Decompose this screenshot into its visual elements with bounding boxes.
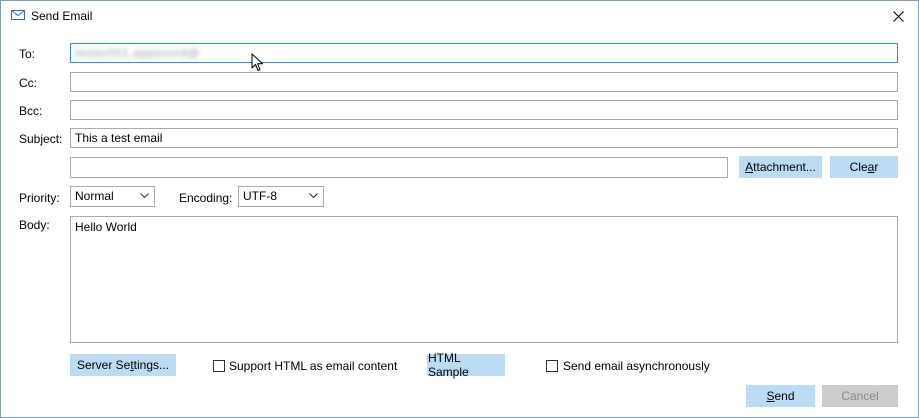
close-button[interactable]	[884, 5, 912, 27]
mail-icon	[11, 10, 25, 20]
priority-label: Priority:	[19, 191, 60, 205]
server-settings-button-label: Server Se	[76, 358, 131, 372]
to-label: To:	[19, 47, 36, 61]
subject-field[interactable]: This a test email	[70, 128, 898, 148]
priority-select[interactable]: Normal	[70, 186, 155, 207]
cancel-button[interactable]: Cancel	[822, 385, 898, 407]
encoding-select[interactable]: UTF-8	[238, 186, 324, 207]
server-settings-button-label-rest: tings...	[133, 358, 170, 372]
clear-button[interactable]: Cle a r	[830, 156, 898, 178]
clear-button-label: Cle	[849, 160, 868, 174]
async-checkbox[interactable]	[546, 360, 558, 372]
bcc-label: Bcc:	[19, 104, 43, 118]
send-button-accel: S	[766, 389, 775, 403]
to-field-value: tester001.appsoord@	[75, 46, 201, 60]
async-label: Send email asynchronously	[563, 359, 710, 373]
cc-field[interactable]	[70, 72, 898, 92]
encoding-select-value: UTF-8	[243, 189, 277, 203]
title-bar: Send Email	[1, 1, 918, 31]
encoding-label: Encoding:	[179, 191, 233, 205]
cc-label: Cc:	[19, 76, 37, 90]
attachment-button[interactable]: Attachment...	[739, 156, 822, 178]
chevron-down-icon	[140, 193, 149, 199]
clear-button-label-rest: r	[874, 160, 879, 174]
send-button-label-rest: end	[774, 389, 795, 403]
mouse-cursor-icon	[251, 53, 263, 71]
support-html-checkbox[interactable]	[213, 360, 225, 372]
html-sample-button[interactable]: HTML Sample	[427, 351, 505, 379]
attachment-button-label-rest: ttachment...	[753, 160, 816, 174]
body-textarea[interactable]: Hello World	[70, 216, 898, 343]
chevron-down-icon	[309, 193, 318, 199]
body-label: Body:	[19, 218, 50, 232]
to-field[interactable]: tester001.appsoord@	[70, 43, 898, 63]
priority-select-value: Normal	[75, 189, 114, 203]
window-title: Send Email	[31, 9, 93, 23]
support-html-label: Support HTML as email content	[229, 359, 398, 373]
close-icon	[892, 10, 904, 22]
subject-label: Subject:	[19, 132, 63, 146]
attachment-field[interactable]	[70, 157, 728, 178]
server-settings-button[interactable]: Server Se t tings...	[70, 354, 176, 376]
send-button[interactable]: Send	[746, 385, 815, 407]
bcc-field[interactable]	[70, 100, 898, 120]
clear-button-accel: a	[867, 160, 875, 174]
attachment-button-accel: A	[745, 160, 754, 174]
send-email-dialog: Send Email To: tester001.appsoord@ Cc: B…	[0, 0, 919, 418]
